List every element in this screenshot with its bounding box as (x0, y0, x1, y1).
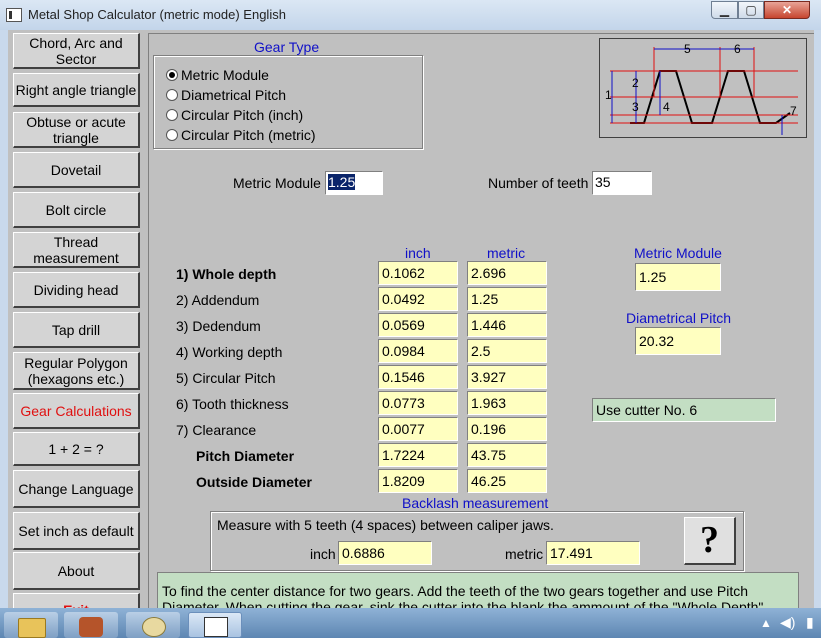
addendum-metric: 1.25 (467, 287, 547, 311)
backlash-inch-label: inch (310, 546, 336, 562)
gear-tooth-diagram: 1 2 3 4 5 6 7 (599, 38, 807, 138)
working-depth-inch: 0.0984 (378, 339, 458, 363)
network-icon[interactable]: ▮ (806, 614, 814, 631)
nav-regular-polygon[interactable]: Regular Polygon (hexagons etc.) (13, 352, 140, 390)
help-button[interactable]: ? (684, 517, 736, 565)
nav-calculator[interactable]: 1 + 2 = ? (13, 432, 140, 466)
radio-diametrical-pitch[interactable]: Diametrical Pitch (166, 87, 286, 103)
nav-right-angle-triangle[interactable]: Right angle triangle (13, 73, 140, 107)
outside-diameter-inch: 1.8209 (378, 469, 458, 493)
dedendum-inch: 0.0569 (378, 313, 458, 337)
backlash-metric-value: 17.491 (546, 541, 640, 565)
radio-indicator[interactable] (166, 69, 178, 81)
metric-module-input[interactable]: 1.25 (325, 171, 383, 195)
whole-depth-metric: 2.696 (467, 261, 547, 285)
working-depth-metric: 2.5 (467, 339, 547, 363)
circular-pitch-inch: 0.1546 (378, 365, 458, 389)
nav-dovetail[interactable]: Dovetail (13, 152, 140, 188)
gear-type-title: Gear Type (254, 39, 320, 55)
radio-circular-pitch-metric[interactable]: Circular Pitch (metric) (166, 127, 316, 143)
row-label-circular-pitch: 5) Circular Pitch (176, 370, 276, 386)
window-client: Chord, Arc and Sector Right angle triang… (8, 30, 814, 608)
diagram-label-3: 3 (632, 100, 639, 114)
col-header-inch: inch (405, 245, 431, 261)
pitch-diameter-metric: 43.75 (467, 443, 547, 467)
clearance-metric: 0.196 (467, 417, 547, 441)
app-icon (6, 8, 22, 22)
taskbar-explorer-icon[interactable] (4, 612, 58, 638)
nav-obtuse-acute-triangle[interactable]: Obtuse or acute triangle (13, 112, 140, 148)
row-label-addendum: 2) Addendum (176, 292, 260, 308)
row-label-whole-depth: 1) Whole depth (176, 266, 277, 282)
gear-calculations-panel: Gear Type Metric Module Diametrical Pitc… (148, 33, 814, 608)
circular-pitch-metric: 3.927 (467, 365, 547, 389)
taskbar-media-icon[interactable] (64, 612, 118, 638)
info-text: To find the center distance for two gear… (157, 572, 799, 608)
window-title: Metal Shop Calculator (metric mode) Engl… (28, 7, 286, 22)
cutter-number: Use cutter No. 6 (592, 398, 776, 422)
row-label-outside-diameter: Outside Diameter (196, 474, 312, 490)
nav-chord-arc-sector[interactable]: Chord, Arc and Sector (13, 33, 140, 69)
nav-thread-measurement[interactable]: Thread measurement (13, 232, 140, 268)
radio-indicator[interactable] (166, 109, 178, 121)
nav-gear-calculations[interactable]: Gear Calculations (13, 393, 140, 429)
nav-tap-drill[interactable]: Tap drill (13, 312, 140, 348)
minimize-button[interactable]: ▁ (711, 1, 738, 19)
nav-dividing-head[interactable]: Dividing head (13, 272, 140, 308)
radio-metric-module[interactable]: Metric Module (166, 67, 269, 83)
taskbar-paint-icon[interactable] (126, 612, 180, 638)
volume-icon[interactable]: ◀) (780, 614, 795, 631)
dedendum-metric: 1.446 (467, 313, 547, 337)
nav-exit[interactable]: Exit (13, 593, 140, 608)
number-of-teeth-label: Number of teeth (488, 175, 589, 191)
radio-indicator[interactable] (166, 89, 178, 101)
nav-change-language[interactable]: Change Language (13, 470, 140, 508)
backlash-title: Backlash measurement (402, 495, 549, 511)
nav-about[interactable]: About (13, 552, 140, 590)
outside-diameter-metric: 46.25 (467, 469, 547, 493)
col-header-metric: metric (487, 245, 526, 261)
diagram-label-6: 6 (734, 42, 741, 56)
backlash-metric-label: metric (505, 546, 544, 562)
backlash-instruction: Measure with 5 teeth (4 spaces) between … (217, 517, 554, 533)
diagram-label-2: 2 (632, 76, 639, 90)
taskbar-metal-shop-calculator[interactable] (188, 612, 242, 638)
backlash-inch-value: 0.6886 (338, 541, 432, 565)
tooth-thickness-metric: 1.963 (467, 391, 547, 415)
tooth-thickness-inch: 0.0773 (378, 391, 458, 415)
side-diametrical-pitch-value: 20.32 (635, 327, 721, 355)
tooth-profile-drawing: 1 2 3 4 5 6 7 (605, 42, 798, 135)
nav-set-inch-default[interactable]: Set inch as default (13, 512, 140, 550)
row-label-working-depth: 4) Working depth (176, 344, 283, 360)
radio-indicator[interactable] (166, 129, 178, 141)
row-label-dedendum: 3) Dedendum (176, 318, 261, 334)
clearance-inch: 0.0077 (378, 417, 458, 441)
metric-module-label: Metric Module (233, 175, 321, 191)
taskbar (0, 608, 821, 638)
close-button[interactable]: ✕ (764, 1, 810, 19)
diagram-label-1: 1 (605, 88, 612, 102)
side-diametrical-pitch-label: Diametrical Pitch (626, 310, 732, 326)
maximize-button[interactable]: ▢ (738, 1, 764, 19)
diagram-label-7: 7 (790, 104, 797, 118)
number-of-teeth-input[interactable]: 35 (592, 171, 652, 195)
nav-bolt-circle[interactable]: Bolt circle (13, 192, 140, 228)
diagram-label-5: 5 (684, 42, 691, 56)
side-metric-module-value: 1.25 (635, 263, 721, 291)
diagram-label-4: 4 (663, 100, 670, 114)
whole-depth-inch: 0.1062 (378, 261, 458, 285)
tray-arrow-icon[interactable]: ▲ (760, 616, 772, 630)
addendum-inch: 0.0492 (378, 287, 458, 311)
side-metric-module-label: Metric Module (634, 245, 722, 261)
row-label-pitch-diameter: Pitch Diameter (196, 448, 295, 464)
row-label-clearance: 7) Clearance (176, 422, 257, 438)
row-label-tooth-thickness: 6) Tooth thickness (176, 396, 289, 412)
radio-circular-pitch-inch[interactable]: Circular Pitch (inch) (166, 107, 303, 123)
pitch-diameter-inch: 1.7224 (378, 443, 458, 467)
